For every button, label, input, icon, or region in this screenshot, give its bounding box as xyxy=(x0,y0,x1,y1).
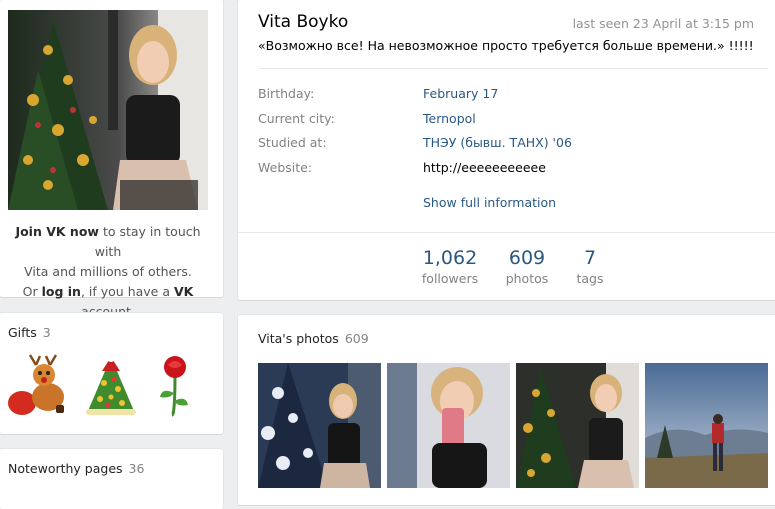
counter-number: 1,062 xyxy=(422,247,478,269)
info-label: Current city: xyxy=(258,111,335,126)
counter-number: 7 xyxy=(583,247,597,269)
profile-status: «Возможно все! На невозможное просто тре… xyxy=(258,38,754,53)
info-row-city: Current city: Ternopol xyxy=(258,111,758,131)
info-row-website: Website: http://eeeeeeeeeee xyxy=(258,160,758,180)
join-vk-text: Join VK now to stay in touch with Vita a… xyxy=(8,222,208,322)
join-text-line1: to stay in touch with xyxy=(94,224,201,259)
photos-header[interactable]: Vita's photos 609 xyxy=(258,331,369,346)
photo-thumbnail[interactable] xyxy=(258,363,381,488)
join-text-or: Or xyxy=(22,284,42,299)
divider xyxy=(258,68,768,69)
info-row-birthday: Birthday: February 17 xyxy=(258,86,758,106)
city-link[interactable]: Ternopol xyxy=(423,111,476,126)
christmas-tree-gift-icon[interactable] xyxy=(78,353,144,419)
tags-counter[interactable]: 7 tags xyxy=(570,247,610,286)
info-label: Studied at: xyxy=(258,135,327,150)
counter-label: photos xyxy=(505,271,549,286)
profile-avatar[interactable] xyxy=(8,10,208,210)
profile-counters: 1,062 followers 609 photos 7 tags xyxy=(238,232,775,301)
info-label: Website: xyxy=(258,160,313,175)
photos-block: Vita's photos 609 xyxy=(238,315,775,505)
photos-counter[interactable]: 609 photos xyxy=(502,247,552,286)
noteworthy-pages-block: Noteworthy pages 36 xyxy=(0,449,223,509)
birthday-link[interactable]: February 17 xyxy=(423,86,498,101)
noteworthy-count: 36 xyxy=(128,461,145,476)
photos-count: 609 xyxy=(344,331,369,346)
noteworthy-header[interactable]: Noteworthy pages 36 xyxy=(8,461,144,476)
university-link[interactable]: ТНЭУ (бывш. ТАНХ) '06 xyxy=(423,135,572,150)
gifts-count: 3 xyxy=(42,325,51,340)
reindeer-gift-icon[interactable] xyxy=(6,353,72,419)
gifts-header[interactable]: Gifts 3 xyxy=(8,325,51,340)
noteworthy-title: Noteworthy pages xyxy=(8,461,123,476)
photo-thumbnail[interactable] xyxy=(387,363,510,488)
info-row-studied: Studied at: ТНЭУ (бывш. ТАНХ) '06 xyxy=(258,135,758,155)
vk-brand-text: VK xyxy=(173,284,194,299)
profile-name: Vita Boyko xyxy=(258,12,349,32)
last-seen: last seen 23 April at 3:15 pm xyxy=(572,16,754,31)
followers-counter[interactable]: 1,062 followers xyxy=(418,247,482,286)
photo-thumbnail[interactable] xyxy=(645,363,768,488)
join-text-line2: Vita and millions of others. xyxy=(24,264,192,279)
login-link[interactable]: log in xyxy=(42,284,81,299)
gifts-block: Gifts 3 xyxy=(0,313,223,434)
info-label: Birthday: xyxy=(258,86,315,101)
photos-title: Vita's photos xyxy=(258,331,339,346)
profile-info-card: Vita Boyko last seen 23 April at 3:15 pm… xyxy=(238,0,775,300)
website-link[interactable]: http://eeeeeeeeeee xyxy=(423,160,546,175)
join-text-mid: , if you have a xyxy=(80,284,174,299)
counter-label: tags xyxy=(576,271,604,286)
gifts-title: Gifts xyxy=(8,325,37,340)
photo-thumbnail[interactable] xyxy=(516,363,639,488)
counter-label: followers xyxy=(421,271,479,286)
rose-gift-icon[interactable] xyxy=(150,353,216,419)
join-vk-link[interactable]: Join VK now xyxy=(15,224,99,239)
profile-photo-card: Join VK now to stay in touch with Vita a… xyxy=(0,0,223,319)
show-full-info-link[interactable]: Show full information xyxy=(423,195,556,210)
counter-number: 609 xyxy=(508,247,546,269)
